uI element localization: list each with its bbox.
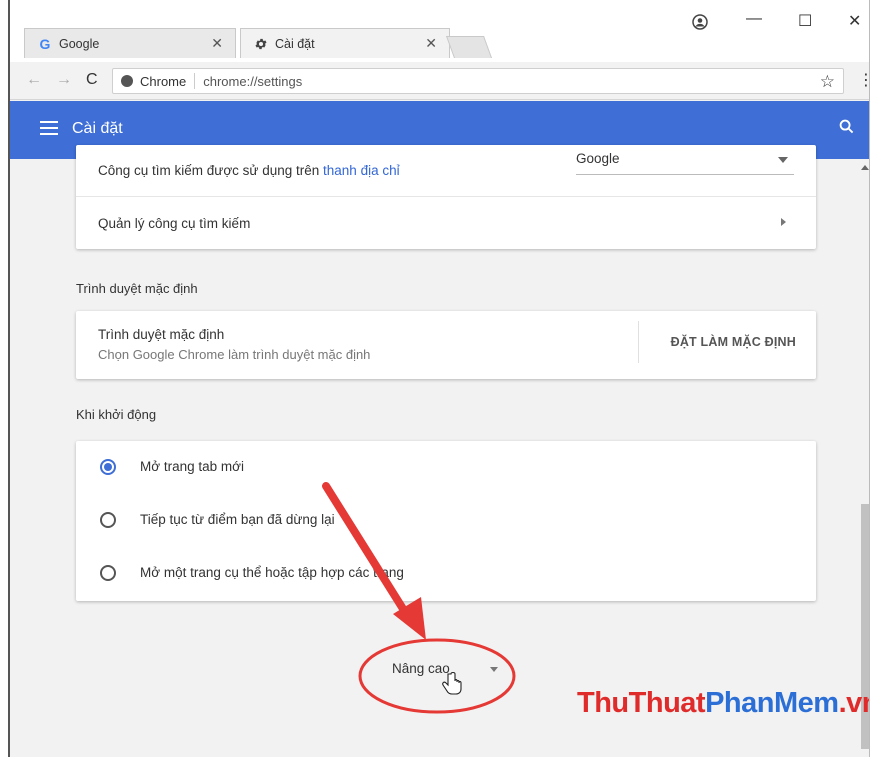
watermark-logo: ThuThuatPhanMem.vn xyxy=(577,687,869,719)
dropdown-arrow-icon xyxy=(778,157,788,163)
startup-option-label: Mở một trang cụ thể hoặc tập hợp các tra… xyxy=(140,565,404,580)
make-default-button[interactable]: ĐẶT LÀM MẶC ĐỊNH xyxy=(671,335,796,349)
tab-settings[interactable]: Cài đặt ✕ xyxy=(240,28,450,58)
startup-option-new-tab[interactable]: Mở trang tab mới xyxy=(76,441,816,494)
omnibox-separator xyxy=(194,73,196,89)
close-icon[interactable]: ✕ xyxy=(211,35,223,52)
search-engine-card: Công cụ tìm kiếm được sử dụng trên thanh… xyxy=(76,145,816,249)
default-browser-subtitle: Chọn Google Chrome làm trình duyệt mặc đ… xyxy=(98,347,371,362)
window-close-icon[interactable]: ✕ xyxy=(848,11,861,31)
radio-unselected[interactable] xyxy=(100,512,116,528)
advanced-label: Nâng cao xyxy=(392,661,450,676)
tab-strip: G Google ✕ Cài đặt ✕ — ☐ ✕ xyxy=(10,0,869,62)
startup-option-continue[interactable]: Tiếp tục từ điểm bạn đã dừng lại xyxy=(76,494,816,547)
startup-option-label: Mở trang tab mới xyxy=(140,459,244,474)
omnibox[interactable]: Chrome chrome://settings ☆ xyxy=(112,68,844,94)
browser-window: G Google ✕ Cài đặt ✕ — ☐ ✕ ← → C Chrome … xyxy=(8,0,870,757)
new-tab-button[interactable] xyxy=(445,36,493,58)
scroll-up-icon[interactable] xyxy=(861,165,869,170)
hamburger-menu-icon[interactable] xyxy=(40,121,58,139)
search-engine-selected: Google xyxy=(576,151,620,166)
forward-icon[interactable]: → xyxy=(56,71,72,89)
on-startup-card: Mở trang tab mới Tiếp tục từ điểm bạn đã… xyxy=(76,441,816,601)
settings-content: Công cụ tìm kiếm được sử dụng trên thanh… xyxy=(10,145,869,757)
google-logo-icon: G xyxy=(39,35,51,52)
startup-option-specific-pages[interactable]: Mở một trang cụ thể hoặc tập hợp các tra… xyxy=(76,547,816,600)
tab-google[interactable]: G Google ✕ xyxy=(24,28,236,58)
menu-dots-icon[interactable]: ⋮ xyxy=(858,70,869,90)
tab-label: Google xyxy=(59,36,100,51)
account-icon[interactable] xyxy=(692,14,708,35)
radio-selected[interactable] xyxy=(100,459,116,475)
search-engine-row: Công cụ tìm kiếm được sử dụng trên thanh… xyxy=(76,145,816,197)
minimize-icon[interactable]: — xyxy=(746,10,762,28)
address-bar-link[interactable]: thanh địa chỉ xyxy=(323,163,400,178)
toolbar: ← → C Chrome chrome://settings ☆ ⋮ xyxy=(10,62,869,100)
default-browser-section-title: Trình duyệt mặc định xyxy=(76,281,198,296)
page-title: Cài đặt xyxy=(72,120,123,137)
chrome-icon xyxy=(121,75,133,87)
reload-icon[interactable]: C xyxy=(86,71,98,89)
manage-search-engines-row[interactable]: Quản lý công cụ tìm kiếm xyxy=(76,197,816,249)
back-icon[interactable]: ← xyxy=(26,71,42,89)
scrollbar[interactable] xyxy=(858,159,869,757)
manage-search-engines-label: Quản lý công cụ tìm kiếm xyxy=(98,215,251,231)
omnibox-site: Chrome xyxy=(140,73,187,89)
advanced-button[interactable]: Nâng cao xyxy=(392,661,498,676)
gear-icon xyxy=(253,36,269,52)
maximize-icon[interactable]: ☐ xyxy=(798,11,812,31)
chevron-down-icon xyxy=(490,667,498,672)
on-startup-section-title: Khi khởi động xyxy=(76,407,157,422)
default-browser-title: Trình duyệt mặc định xyxy=(98,327,225,342)
radio-unselected[interactable] xyxy=(100,565,116,581)
bookmark-star-icon[interactable]: ☆ xyxy=(820,72,835,92)
search-engine-select[interactable]: Google xyxy=(576,151,794,175)
chevron-right-icon xyxy=(781,218,786,226)
startup-option-label: Tiếp tục từ điểm bạn đã dừng lại xyxy=(140,512,335,527)
default-browser-row: Trình duyệt mặc định Chọn Google Chrome … xyxy=(76,311,816,373)
default-browser-card: Trình duyệt mặc định Chọn Google Chrome … xyxy=(76,311,816,379)
divider xyxy=(638,321,639,363)
tab-label: Cài đặt xyxy=(275,36,315,51)
omnibox-url: chrome://settings xyxy=(203,73,303,89)
close-icon[interactable]: ✕ xyxy=(425,35,437,52)
search-icon[interactable] xyxy=(839,119,854,139)
search-engine-label: Công cụ tìm kiếm được sử dụng trên thanh… xyxy=(98,163,400,178)
